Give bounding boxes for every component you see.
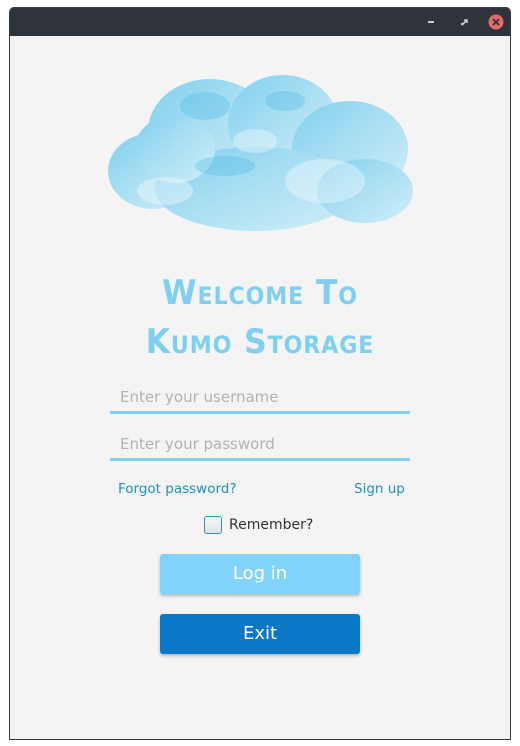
page-title-line2: Kumo Storage (145, 322, 375, 362)
page-title-line1: Welcome To (162, 273, 358, 313)
remember-label: Remember? (229, 517, 314, 533)
remember-option[interactable]: Remember? (204, 514, 313, 536)
login-panel: Welcome To Kumo Storage Forgot password?… (10, 36, 510, 739)
remember-checkbox[interactable] (204, 516, 222, 534)
forgot-password-link[interactable]: Forgot password? (118, 481, 237, 497)
minimize-icon[interactable] (422, 13, 440, 31)
username-field[interactable] (110, 382, 410, 414)
password-field[interactable] (110, 429, 410, 461)
login-button[interactable]: Log in (160, 554, 360, 594)
app-window: Welcome To Kumo Storage Forgot password?… (9, 7, 511, 740)
cloud-icon (108, 75, 413, 231)
title-bar[interactable] (10, 8, 510, 36)
sign-up-link[interactable]: Sign up (354, 481, 405, 497)
maximize-icon[interactable] (455, 13, 473, 31)
close-icon[interactable] (487, 13, 505, 31)
exit-button[interactable]: Exit (160, 614, 360, 654)
